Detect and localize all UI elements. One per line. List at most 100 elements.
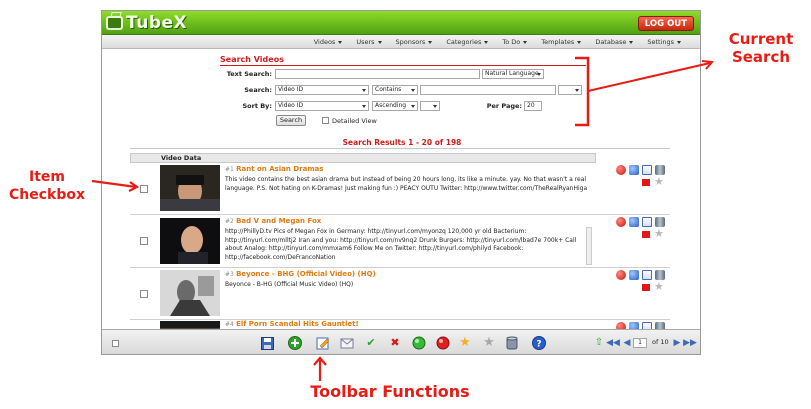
video-title-line: #4 Elf Porn Scandal Hits Gauntlet!	[225, 320, 359, 328]
edit-icon[interactable]	[316, 336, 330, 350]
detailed-view-checkbox[interactable]	[322, 117, 329, 124]
users-icon[interactable]	[629, 322, 639, 329]
text-search-label: Text Search:	[226, 70, 272, 78]
help-icon[interactable]: ?	[532, 336, 546, 350]
edit-icon[interactable]	[642, 270, 652, 280]
text-mode-select[interactable]: Natural Language	[482, 69, 544, 79]
per-page-input[interactable]: 20	[524, 101, 542, 111]
menu-videos[interactable]: Videos	[307, 35, 350, 48]
feature-star-icon[interactable]: ★	[458, 336, 472, 350]
item-checkbox-callout: Item Checkbox	[8, 169, 85, 203]
database-icon[interactable]	[655, 165, 665, 175]
delete-icon[interactable]: ✖	[388, 336, 402, 350]
database-icon[interactable]	[655, 217, 665, 227]
description-scrollbar[interactable]	[586, 227, 592, 265]
menu-categories[interactable]: Categories	[439, 35, 495, 48]
users-icon[interactable]	[629, 217, 639, 227]
tv-icon	[106, 16, 123, 30]
sort-order-select[interactable]: Ascending	[372, 101, 418, 111]
chevron-down-icon	[433, 105, 437, 108]
divider	[130, 148, 670, 149]
video-title-link[interactable]: Beyonce - BHG (Official Video) (HQ)	[236, 270, 376, 278]
search-operator-select[interactable]: Contains	[372, 85, 418, 95]
flag-icon[interactable]	[642, 231, 650, 238]
users-icon[interactable]	[629, 165, 639, 175]
menu-templates[interactable]: Templates	[534, 35, 588, 48]
bulk-toolbar: ✔ ✖ ★ ★ ? ⇧ ◀◀ ◀ 1 of 10 ▶ ▶▶	[102, 329, 700, 354]
page-count-label: of 10	[652, 338, 669, 346]
text-search-input[interactable]	[275, 69, 480, 79]
chevron-down-icon	[362, 105, 366, 108]
star-icon[interactable]: ★	[654, 176, 664, 188]
header-bar: TubeX LOG OUT	[102, 11, 700, 35]
flag-icon[interactable]	[642, 179, 650, 186]
database-icon[interactable]	[655, 270, 665, 280]
flag-icon[interactable]	[642, 284, 650, 291]
video-thumbnail[interactable]	[160, 321, 220, 329]
video-title-link[interactable]: Rant on Asian Dramas	[236, 165, 323, 173]
video-thumbnail[interactable]	[160, 270, 220, 316]
menu-sponsors[interactable]: Sponsors	[389, 35, 440, 48]
video-title-link[interactable]: Bad V and Megan Fox	[236, 217, 321, 225]
table-row: #2 Bad V and Megan Fox http://PhillyD.tv…	[130, 215, 670, 268]
enable-icon[interactable]	[412, 336, 426, 350]
first-page-icon[interactable]: ◀◀	[606, 336, 620, 350]
menu-users[interactable]: Users	[349, 35, 388, 48]
logo[interactable]: TubeX	[106, 13, 187, 33]
disable-icon[interactable]	[616, 270, 626, 280]
search-label: Search:	[244, 86, 272, 94]
thumbnail-image	[160, 270, 220, 316]
select-all-checkbox[interactable]	[112, 340, 119, 347]
chevron-down-icon	[411, 89, 415, 92]
database-icon[interactable]	[505, 336, 519, 350]
svg-text:?: ?	[536, 340, 541, 350]
row-actions: ★	[604, 270, 670, 310]
database-icon[interactable]	[655, 322, 665, 329]
video-title-line: #1 Rant on Asian Dramas	[225, 165, 324, 173]
video-thumbnail[interactable]	[160, 165, 220, 211]
add-icon[interactable]	[288, 336, 302, 350]
menu-todo[interactable]: To Do	[495, 35, 534, 48]
item-checkbox[interactable]	[140, 290, 148, 298]
video-thumbnail[interactable]	[160, 218, 220, 264]
item-checkbox[interactable]	[140, 185, 148, 193]
edit-icon[interactable]	[642, 217, 652, 227]
disable-icon[interactable]	[616, 165, 626, 175]
approve-icon[interactable]: ✔	[364, 336, 378, 350]
disable-icon[interactable]	[616, 322, 626, 329]
main-menu: Videos Users Sponsors Categories To Do T…	[102, 35, 700, 49]
sort-extra-select[interactable]	[420, 101, 440, 111]
search-field-select[interactable]: Video ID	[275, 85, 369, 95]
refresh-icon[interactable]: ⇧	[592, 336, 606, 350]
users-icon[interactable]	[629, 270, 639, 280]
column-header-video-data: Video Data	[130, 153, 596, 163]
row-actions: ★	[604, 165, 670, 205]
unfeature-star-icon[interactable]: ★	[482, 336, 496, 350]
email-icon[interactable]	[340, 336, 354, 350]
current-search-bracket	[575, 56, 715, 127]
table-row: #1 Rant on Asian Dramas This video conta…	[130, 163, 670, 215]
item-checkbox[interactable]	[140, 237, 148, 245]
logout-button[interactable]: LOG OUT	[637, 16, 694, 31]
search-value-input[interactable]	[420, 85, 556, 95]
table-row: #3 Beyonce - BHG (Official Video) (HQ) B…	[130, 268, 670, 320]
divider	[220, 65, 586, 66]
save-icon[interactable]	[260, 336, 274, 350]
video-title-link[interactable]: Elf Porn Scandal Hits Gauntlet!	[236, 320, 359, 328]
sort-field-select[interactable]: Video ID	[275, 101, 369, 111]
disable-icon[interactable]	[436, 336, 450, 350]
prev-page-icon[interactable]: ◀	[620, 336, 634, 350]
search-button[interactable]: Search	[276, 115, 306, 126]
next-page-icon[interactable]: ▶	[670, 336, 684, 350]
star-icon[interactable]: ★	[654, 228, 664, 240]
toolbar-functions-arrow	[313, 356, 327, 381]
last-page-icon[interactable]: ▶▶	[683, 336, 697, 350]
star-icon[interactable]: ★	[654, 281, 664, 293]
edit-icon[interactable]	[642, 322, 652, 329]
page-number-input[interactable]: 1	[633, 338, 647, 348]
menu-database[interactable]: Database	[588, 35, 640, 48]
menu-settings[interactable]: Settings	[640, 35, 688, 48]
per-page-label: Per Page:	[486, 102, 522, 110]
disable-icon[interactable]	[616, 217, 626, 227]
edit-icon[interactable]	[642, 165, 652, 175]
